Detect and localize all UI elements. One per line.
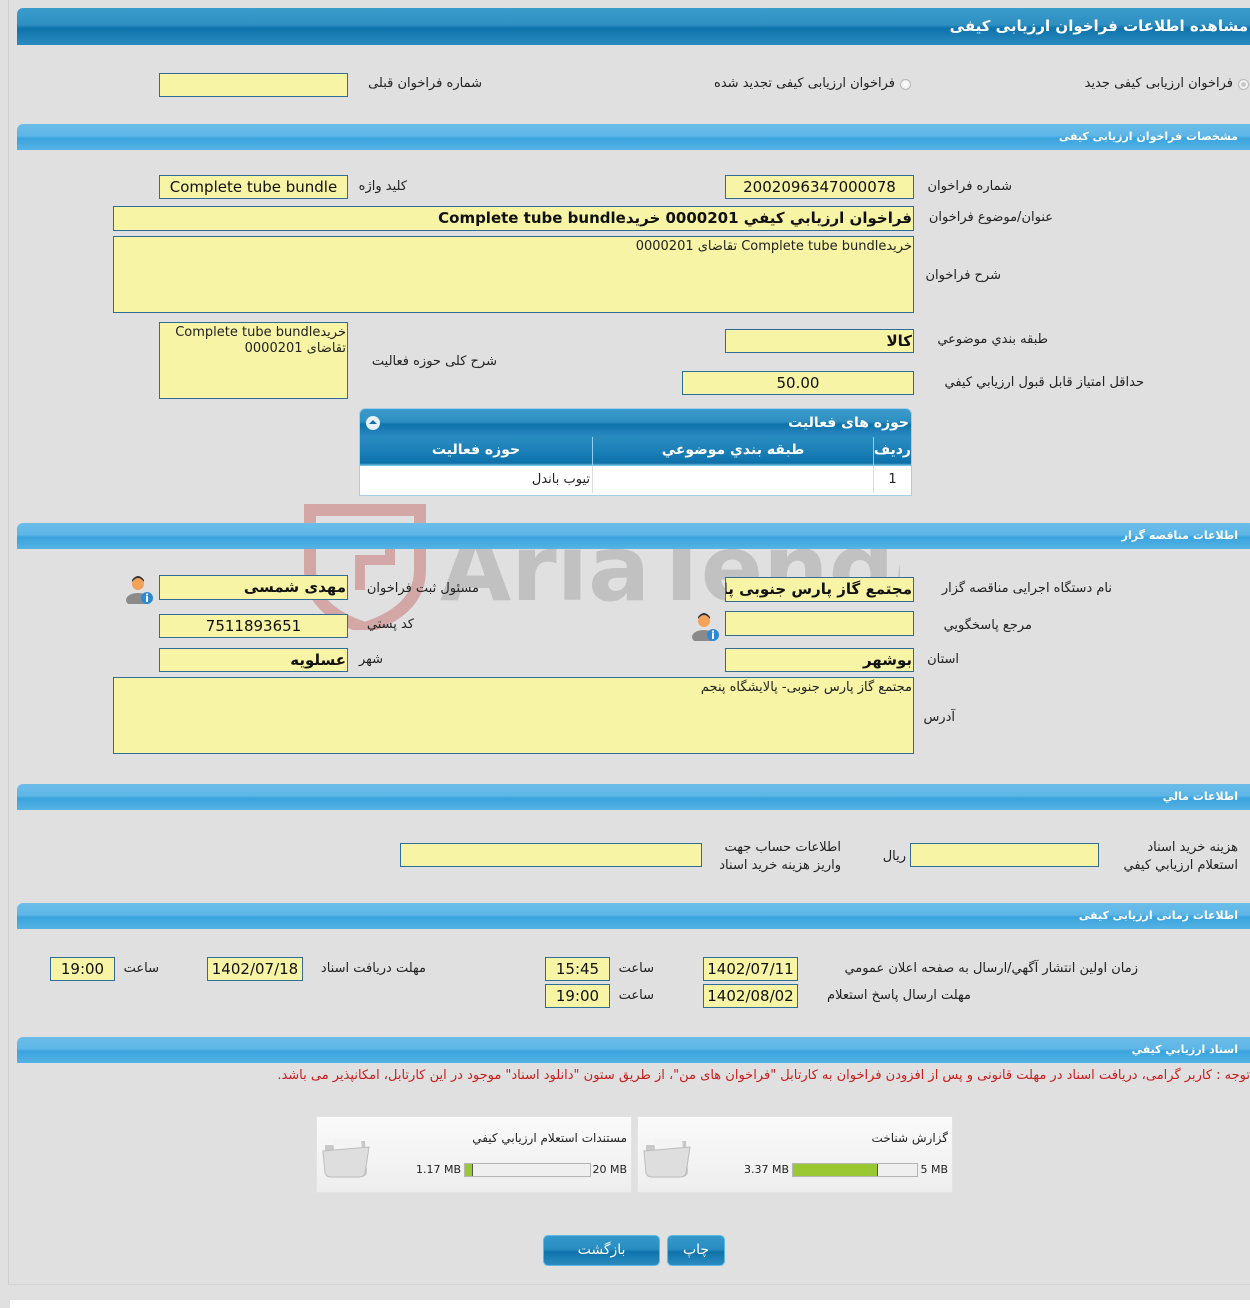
document-title[interactable]: گزارش شناخت — [872, 1131, 948, 1145]
category-field[interactable]: كالا — [725, 329, 914, 353]
org-name-label: نام دستگاه اجرایی مناقصه گزار — [941, 581, 1112, 596]
doc-deadline-time-field[interactable]: 19:00 — [50, 957, 115, 981]
reference-field[interactable] — [725, 611, 914, 636]
description-field[interactable]: خریدComplete tube bundle تقاضای 0000201 — [113, 236, 914, 313]
cell-category — [592, 466, 873, 493]
publish-label: زمان اولين انتشار آگهي/ارسال به صفحه اعل… — [844, 961, 1138, 976]
address-field[interactable]: مجتمع گاز پارس جنوبی- پالایشگاه پنجم — [113, 677, 914, 754]
column-header-row[interactable]: رديف — [873, 437, 911, 466]
reply-deadline-label: مهلت ارسال پاسخ استعلام — [827, 988, 971, 1003]
section-header-spec: مشخصات فراخوان ارزیابی کیفی — [17, 124, 1250, 150]
publish-time-label: ساعت — [618, 961, 654, 976]
min-score-field[interactable]: 50.00 — [682, 371, 914, 395]
address-label: آدرس — [923, 710, 955, 725]
registrar-field[interactable]: مهدی شمسی — [159, 575, 348, 600]
cell-row-index: 1 — [873, 466, 911, 493]
document-size-bar — [792, 1163, 918, 1177]
doc-deadline-label: مهلت دریافت اسناد — [320, 961, 426, 976]
subject-label: عنوان/موضوع فراخوان — [928, 210, 1053, 225]
city-label: شهر — [358, 652, 383, 667]
column-header-activity[interactable]: حوزه فعالیت — [360, 437, 592, 466]
activity-desc-label: شرح کلی حوزه فعالیت — [371, 354, 497, 369]
reference-label: مرجع پاسخگويي — [943, 618, 1032, 633]
folder-icon — [643, 1139, 691, 1178]
column-header-category[interactable]: طبقه بندي موضوعي — [592, 437, 873, 466]
document-used-size: 3.37 MB — [743, 1163, 789, 1176]
reference-info-icon[interactable] — [691, 611, 719, 641]
reply-deadline-time-label: ساعت — [618, 988, 654, 1003]
document-max-size: 5 MB — [920, 1163, 948, 1176]
reply-deadline-date-field[interactable]: 1402/08/02 — [703, 984, 798, 1008]
page-footer — [10, 1300, 1250, 1308]
document-card[interactable]: گزارش شناخت 5 MB 3.37 MB — [637, 1116, 953, 1193]
document-size-fill — [793, 1164, 878, 1176]
city-field[interactable]: عسلویه — [159, 648, 348, 672]
account-label-line1: اطلاعات حساب جهت — [724, 840, 841, 855]
doc-deadline-date-field[interactable]: 1402/07/18 — [207, 957, 303, 981]
description-label: شرح فراخوان — [925, 268, 1002, 283]
previous-number-field[interactable] — [159, 73, 348, 97]
previous-number-label: شماره فراخوان قبلی — [368, 76, 482, 91]
folder-icon — [322, 1139, 370, 1178]
fee-label-line2: استعلام ارزيابي كيفي — [1123, 858, 1239, 873]
keyword-field[interactable]: Complete tube bundle — [159, 175, 348, 199]
fee-field[interactable] — [910, 843, 1099, 867]
document-size-bar — [464, 1163, 591, 1177]
keyword-label: کلید واژه — [358, 179, 407, 194]
section-header-documents: اسناد ارزيابي كيفي — [17, 1037, 1250, 1063]
document-used-size: 1.17 MB — [415, 1163, 461, 1176]
registrar-label: مسئول ثبت فراخوان — [366, 581, 479, 596]
activity-grid-columns: رديف طبقه بندي موضوعي حوزه فعالیت — [360, 437, 911, 466]
activity-grid-header: حوزه های فعالیت — [360, 409, 911, 437]
print-button[interactable]: چاپ — [667, 1235, 725, 1266]
reply-deadline-time-field[interactable]: 19:00 — [545, 984, 610, 1008]
min-score-label: حداقل امتیاز قابل قبول ارزيابي كيفي — [944, 375, 1144, 390]
postal-code-field[interactable]: 7511893651 — [159, 614, 348, 638]
document-max-size: 20 MB — [592, 1163, 627, 1176]
section-header-financial: اطلاعات مالي — [17, 784, 1250, 810]
account-label-line2: واریز هزینه خرید اسناد — [719, 858, 841, 873]
user-info-icon[interactable] — [125, 574, 153, 604]
province-field[interactable]: بوشهر — [725, 648, 914, 672]
radio-renewed-call-label: فراخوان ارزیابی کیفی تجدید شده — [714, 76, 895, 91]
publish-time-field[interactable]: 15:45 — [545, 957, 610, 981]
radio-renewed-call[interactable] — [900, 79, 911, 90]
doc-deadline-time-label: ساعت — [123, 961, 159, 976]
section-header-timing: اطلاعات زمانی ارزیابی کیفی — [17, 903, 1250, 929]
fee-label: هزینه خرید اسناد استعلام ارزيابي كيفي — [1124, 839, 1239, 875]
download-notice: توجه : کاربر گرامی، دریافت اسناد در مهلت… — [277, 1068, 1250, 1083]
currency-label: ريال — [882, 849, 906, 864]
activity-grid: حوزه های فعالیت رديف طبقه بندي موضوعي حو… — [359, 408, 912, 496]
account-label: اطلاعات حساب جهت واریز هزینه خرید اسناد — [719, 839, 841, 875]
table-row[interactable]: 1 تیوب باندل — [360, 466, 911, 493]
back-button[interactable]: بازگشت — [543, 1235, 660, 1266]
activity-grid-title: حوزه های فعالیت — [788, 415, 909, 431]
publish-date-field[interactable]: 1402/07/11 — [703, 957, 798, 981]
document-card[interactable]: مستندات استعلام ارزيابي كيفي 20 MB 1.17 … — [316, 1116, 632, 1193]
radio-new-call[interactable] — [1238, 79, 1249, 90]
page-title: مشاهده اطلاعات فراخوان ارزیابی کیفی — [17, 8, 1250, 45]
cell-activity: تیوب باندل — [531, 472, 590, 487]
subject-field[interactable]: فراخوان ارزيابي كيفي 0000201 خریدComplet… — [113, 206, 914, 231]
collapse-icon[interactable] — [366, 416, 380, 430]
section-header-organizer: اطلاعات مناقصه گزار — [17, 523, 1250, 549]
province-label: استان — [927, 652, 959, 667]
document-title[interactable]: مستندات استعلام ارزيابي كيفي — [472, 1131, 627, 1145]
radio-new-call-label: فراخوان ارزیابی کیفی جدید — [1084, 76, 1233, 91]
activity-desc-field[interactable]: خریدComplete tube bundle تقاضای 0000201 — [159, 322, 348, 399]
call-number-field[interactable]: 2002096347000078 — [725, 175, 914, 199]
fee-label-line1: هزینه خرید اسناد — [1147, 840, 1238, 855]
document-size-fill — [465, 1164, 474, 1176]
account-field[interactable] — [400, 843, 702, 867]
postal-code-label: كد پستي — [366, 617, 414, 632]
category-label: طبقه بندي موضوعي — [937, 332, 1048, 347]
org-name-field[interactable]: مجتمع گاز پارس جنوبی پالایشگاه پنجم — [725, 577, 914, 602]
call-number-label: شماره فراخوان — [927, 179, 1013, 194]
